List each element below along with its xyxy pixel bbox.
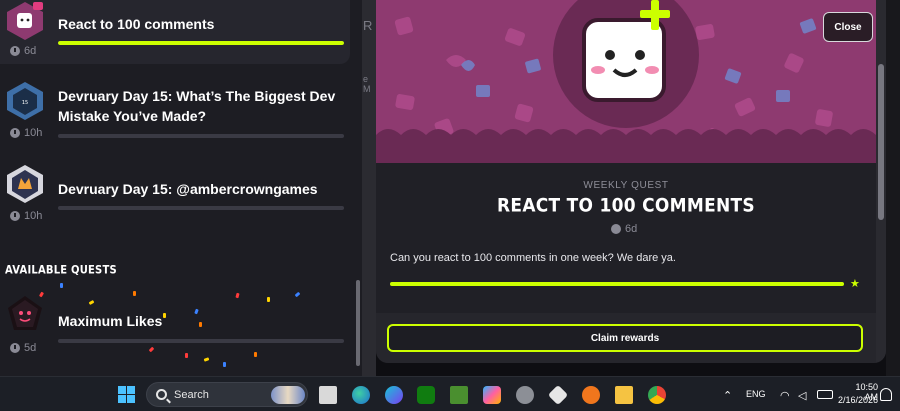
language-indicator[interactable]: ENG	[746, 389, 766, 399]
edge-icon[interactable]	[352, 386, 370, 404]
background-text: R	[363, 18, 373, 33]
modal-scrollbar[interactable]	[878, 64, 884, 220]
quest-progress-bar	[58, 134, 344, 138]
quest-time: 10h	[24, 127, 43, 139]
react-quest-badge-icon	[4, 0, 46, 42]
star-icon: ★	[850, 278, 860, 290]
svg-text:15: 15	[22, 100, 28, 106]
file-explorer-icon[interactable]	[615, 386, 633, 404]
wifi-icon[interactable]: ◠	[780, 389, 790, 402]
copilot-icon[interactable]	[483, 386, 501, 404]
quest-title: Devruary Day 15: What’s The Biggest Dev …	[58, 88, 336, 125]
hero-pattern	[376, 0, 876, 163]
available-quests-heading: AVAILABLE QUESTS	[5, 264, 117, 277]
quest-item-maximum-likes[interactable]: Maximum Likes 5d	[0, 294, 350, 360]
taskbar-search[interactable]: Search	[146, 382, 308, 407]
clock-date[interactable]: 2/16/2026	[838, 395, 878, 405]
minecraft-icon[interactable]	[450, 386, 468, 404]
quest-timer: 10h	[10, 210, 42, 222]
panel-scrollbar[interactable]	[356, 280, 360, 366]
clock-icon	[611, 224, 621, 234]
claim-rewards-button[interactable]: Claim rewards	[387, 324, 863, 352]
quest-progress-bar	[58, 41, 344, 45]
quest-title: React to 100 comments	[58, 16, 215, 32]
quest-time: 6d	[24, 45, 37, 57]
screen: React to 100 comments 6d 15 Devruary Day…	[0, 0, 900, 411]
modal-footer: Claim rewards	[376, 313, 876, 363]
xbox-icon[interactable]	[417, 386, 435, 404]
modal-time: 6d	[625, 223, 638, 235]
quest-modal: Close WEEKLY QUEST REACT TO 100 COMMENTS…	[376, 0, 886, 363]
chevron-up-icon[interactable]: ⌃	[723, 389, 732, 402]
chrome-icon[interactable]	[648, 386, 666, 404]
close-button[interactable]: Close	[823, 12, 873, 42]
clock-icon	[10, 211, 20, 221]
quest-timer: 6d	[10, 45, 36, 57]
modal-description: Can you react to 100 comments in one wee…	[390, 252, 676, 264]
ambercrown-badge-icon	[4, 163, 46, 205]
search-icon	[156, 389, 167, 400]
quest-timer: 5d	[10, 342, 36, 354]
modal-title: REACT TO 100 COMMENTS	[497, 195, 755, 217]
quest-progress-bar	[58, 206, 344, 210]
quest-title: Devruary Day 15: @ambercrowngames	[58, 181, 318, 197]
quest-kicker: WEEKLY QUEST	[583, 180, 669, 191]
quest-time: 5d	[24, 342, 37, 354]
quest-title: Maximum Likes	[58, 313, 163, 329]
clock-icon	[10, 128, 20, 138]
notification-bell-icon[interactable]	[880, 388, 892, 401]
background-page: R e M	[362, 0, 376, 376]
windows-start-icon[interactable]	[118, 386, 135, 403]
modal-progress-bar	[390, 282, 844, 286]
blender-icon[interactable]	[582, 386, 600, 404]
search-highlight-image	[271, 386, 305, 404]
devruary-badge-icon: 15	[4, 80, 46, 122]
search-placeholder: Search	[174, 389, 209, 401]
likes-badge-icon	[4, 294, 46, 336]
quest-time: 10h	[24, 210, 43, 222]
background-edge	[886, 0, 900, 376]
quest-item-devruary-mistake[interactable]: 15 Devruary Day 15: What’s The Biggest D…	[0, 78, 350, 144]
clock-icon	[10, 343, 20, 353]
canva-icon[interactable]	[385, 386, 403, 404]
background-text: e M	[363, 74, 371, 94]
quest-item-ambercrown[interactable]: Devruary Day 15: @ambercrowngames 10h	[0, 163, 350, 229]
quest-hero-banner	[376, 0, 876, 163]
quest-item-react[interactable]: React to 100 comments 6d	[0, 0, 350, 64]
modal-timer: 6d	[611, 223, 637, 235]
quest-timer: 10h	[10, 127, 42, 139]
unity-icon[interactable]	[547, 384, 569, 406]
clock-icon	[10, 46, 20, 56]
volume-icon[interactable]: ◁	[798, 389, 806, 402]
quest-progress-bar	[58, 339, 344, 343]
battery-icon[interactable]	[817, 390, 833, 399]
quest-panel: React to 100 comments 6d 15 Devruary Day…	[0, 0, 362, 376]
file-view-icon[interactable]	[319, 386, 337, 404]
settings-icon[interactable]	[516, 386, 534, 404]
taskbar: Search ⌃ ENG ◠ ◁ 10:50 AM 2/16/2026	[0, 376, 900, 411]
